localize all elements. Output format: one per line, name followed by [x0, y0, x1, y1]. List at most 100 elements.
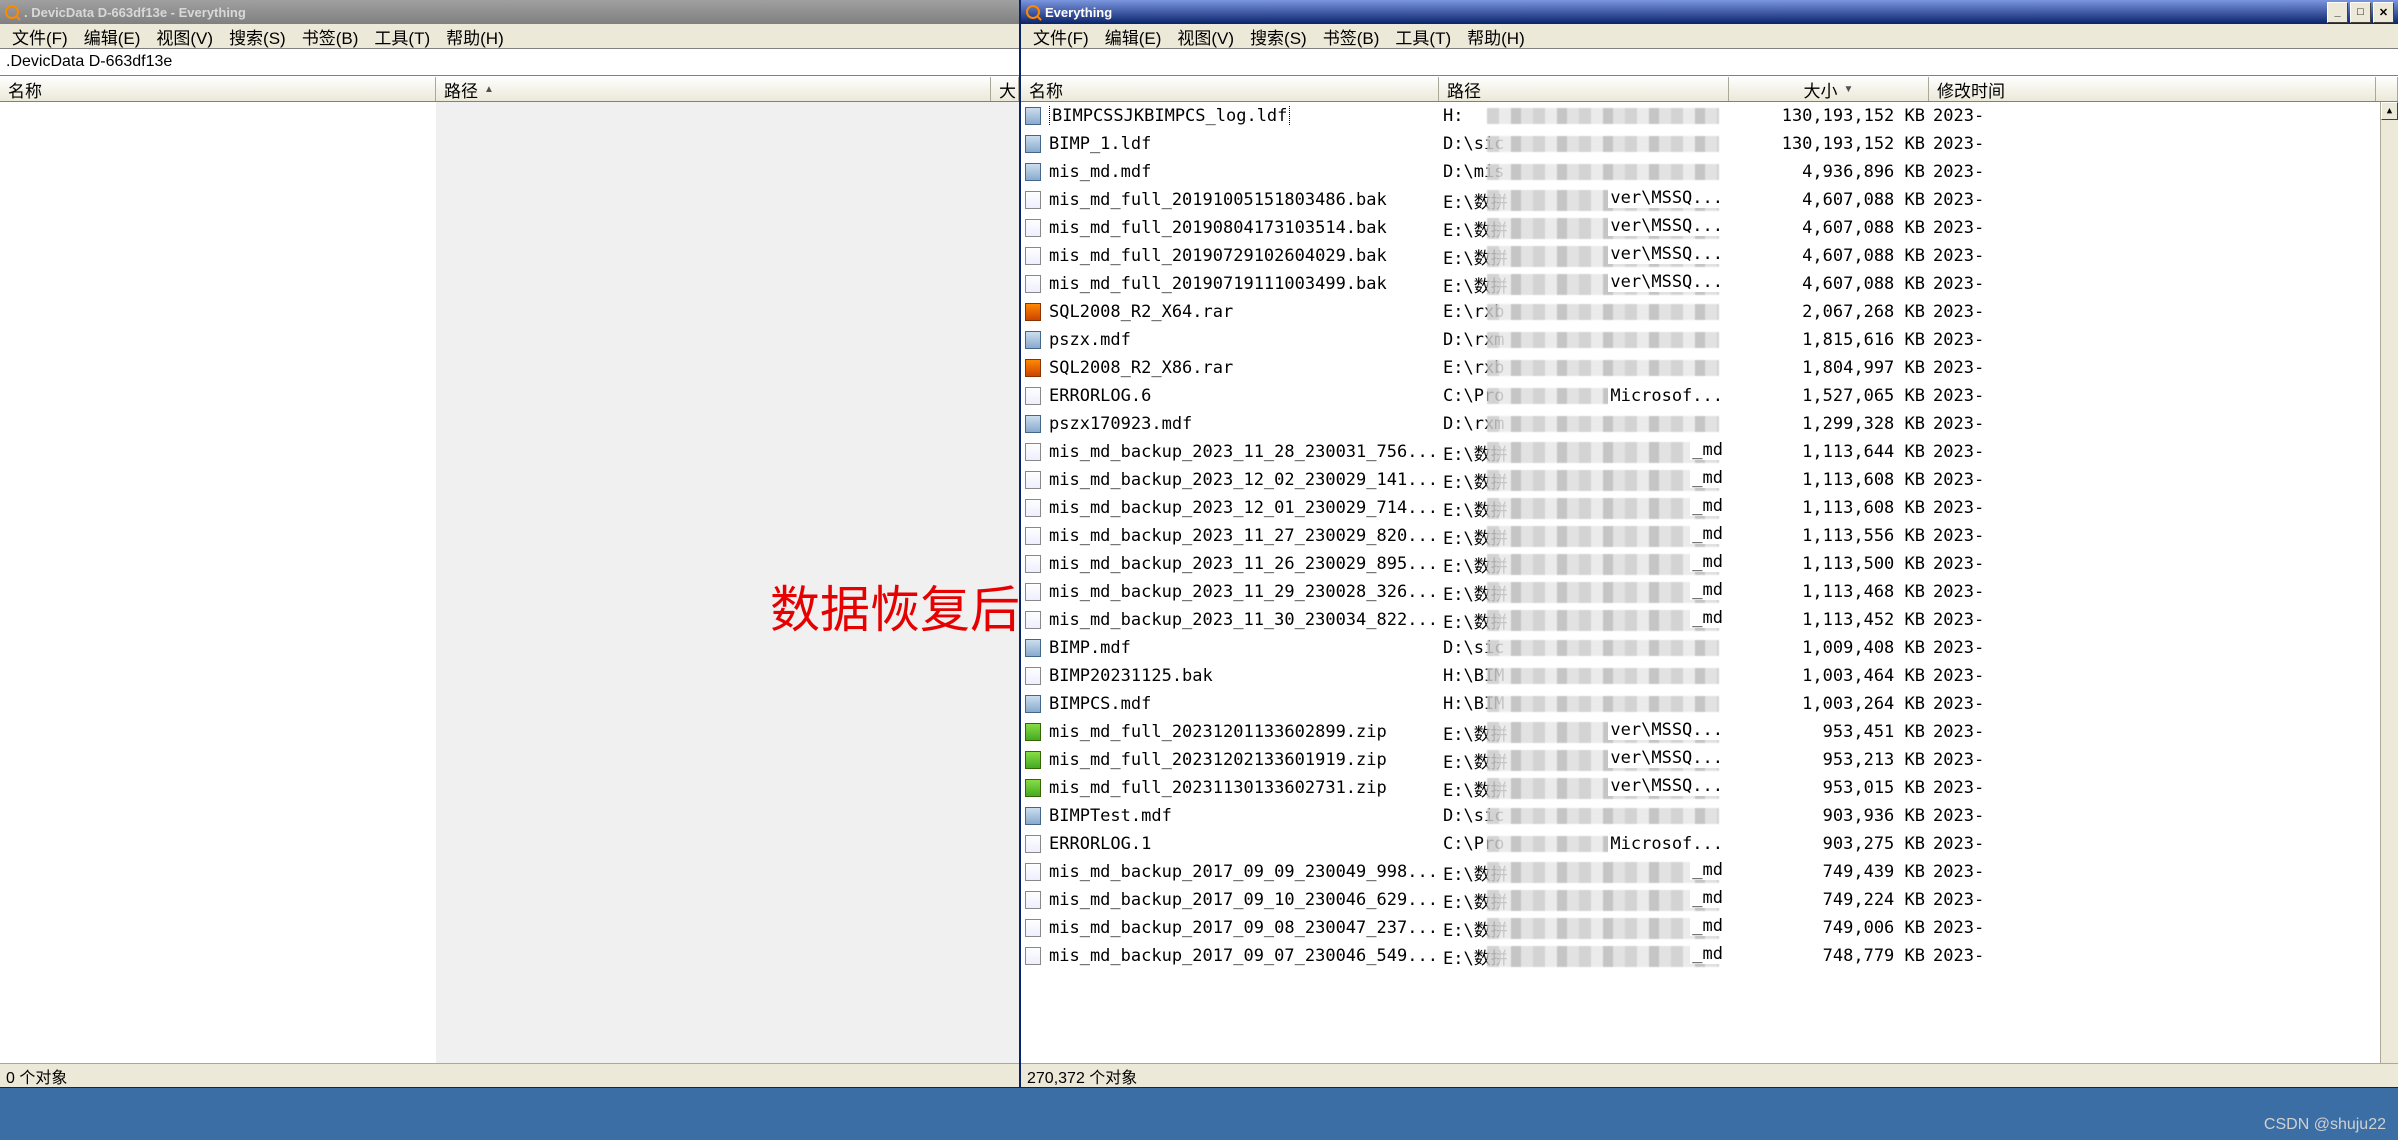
file-size: 1,527,065 KB [1729, 386, 1929, 406]
file-size: 1,113,468 KB [1729, 582, 1929, 602]
col-name[interactable]: 名称 [1021, 77, 1439, 101]
table-row[interactable]: mis_md_backup_2023_12_02_230029_141...E:… [1021, 466, 2398, 494]
window-left: . DevicData D-663df13e - Everything 文件(F… [0, 0, 1020, 1088]
menu-bookmark[interactable]: 书签(B) [294, 22, 367, 51]
file-icon [1021, 415, 1045, 433]
file-date: 2023- [1929, 946, 2019, 966]
col-name[interactable]: 名称 [0, 77, 436, 101]
table-row[interactable]: mis_md_backup_2023_11_27_230029_820...E:… [1021, 522, 2398, 550]
col-size[interactable]: 大小 ▼ [1729, 77, 1929, 101]
table-row[interactable]: mis_md_backup_2017_09_09_230049_998...E:… [1021, 858, 2398, 886]
menu-edit[interactable]: 编辑(E) [1097, 22, 1170, 51]
table-row[interactable]: mis_md_backup_2023_11_26_230029_895...E:… [1021, 550, 2398, 578]
table-row[interactable]: mis_md_full_20231201133602899.zipE:\数拼ve… [1021, 718, 2398, 746]
table-row[interactable]: BIMP.mdfD:\sic1,009,408 KB2023- [1021, 634, 2398, 662]
table-row[interactable]: BIMPTest.mdfD:\sic903,936 KB2023- [1021, 802, 2398, 830]
menu-file[interactable]: 文件(F) [1025, 22, 1097, 51]
table-row[interactable]: SQL2008_R2_X86.rarE:\rxb1,804,997 KB2023… [1021, 354, 2398, 382]
close-button[interactable]: ✕ [2373, 2, 2394, 23]
titlebar-right[interactable]: Everything _ □ ✕ [1021, 0, 2398, 24]
table-row[interactable]: pszx170923.mdfD:\rxm1,299,328 KB2023- [1021, 410, 2398, 438]
table-row[interactable]: ERRORLOG.1C:\ProMicrosof...903,275 KB202… [1021, 830, 2398, 858]
menu-tools[interactable]: 工具(T) [366, 22, 438, 51]
file-size: 903,936 KB [1729, 806, 1929, 826]
table-row[interactable]: mis_md_backup_2017_09_07_230046_549...E:… [1021, 942, 2398, 970]
file-icon [1021, 275, 1045, 293]
file-path: E:\数拼_md [1439, 916, 1729, 941]
col-path[interactable]: 路径 [1439, 77, 1729, 101]
menu-search[interactable]: 搜索(S) [1242, 22, 1315, 51]
file-name: mis_md_full_20190719111003499.bak [1045, 274, 1439, 294]
table-row[interactable]: ERRORLOG.6C:\ProMicrosof...1,527,065 KB2… [1021, 382, 2398, 410]
scroll-up-button[interactable]: ▲ [2381, 102, 2398, 120]
menu-bookmark[interactable]: 书签(B) [1315, 22, 1388, 51]
result-list-left[interactable] [0, 102, 1019, 1063]
file-date: 2023- [1929, 134, 2019, 154]
file-size: 2,067,268 KB [1729, 302, 1929, 322]
file-path: D:\sic [1439, 134, 1729, 154]
window-title-left: . DevicData D-663df13e - Everything [24, 5, 1015, 20]
table-row[interactable]: BIMPCS.mdfH:\BIM1,003,264 KB2023- [1021, 690, 2398, 718]
table-row[interactable]: mis_md_full_20231130133602731.zipE:\数拼ve… [1021, 774, 2398, 802]
table-row[interactable]: mis_md_backup_2023_11_29_230028_326...E:… [1021, 578, 2398, 606]
file-path: H:\BIM [1439, 666, 1729, 686]
file-path: E:\数拼_md [1439, 552, 1729, 577]
menu-edit[interactable]: 编辑(E) [76, 22, 149, 51]
window-title-right: Everything [1045, 5, 2327, 20]
file-date: 2023- [1929, 442, 2019, 462]
menu-file[interactable]: 文件(F) [4, 22, 76, 51]
table-row[interactable]: BIMP_1.ldfD:\sic130,193,152 KB2023- [1021, 130, 2398, 158]
file-icon [1021, 107, 1045, 125]
search-input-left[interactable] [0, 49, 1019, 75]
table-row[interactable]: mis_md_full_20231202133601919.zipE:\数拼ve… [1021, 746, 2398, 774]
menu-view[interactable]: 视图(V) [148, 22, 221, 51]
table-row[interactable]: mis_md_full_20191005151803486.bakE:\数拼ve… [1021, 186, 2398, 214]
file-name: mis_md_full_20231130133602731.zip [1045, 778, 1439, 798]
menu-view[interactable]: 视图(V) [1169, 22, 1242, 51]
file-icon [1021, 639, 1045, 657]
file-date: 2023- [1929, 638, 2019, 658]
table-row[interactable]: mis_md_backup_2017_09_08_230047_237...E:… [1021, 914, 2398, 942]
vertical-scrollbar[interactable]: ▲ [2380, 102, 2398, 1063]
file-size: 4,607,088 KB [1729, 274, 1929, 294]
table-row[interactable]: mis_md_full_20190804173103514.bakE:\数拼ve… [1021, 214, 2398, 242]
statusbar-right: 270,372 个对象 [1021, 1063, 2398, 1087]
table-row[interactable]: mis_md_backup_2017_09_10_230046_629...E:… [1021, 886, 2398, 914]
watermark: CSDN @shuju22 [2264, 1116, 2386, 1134]
file-date: 2023- [1929, 526, 2019, 546]
table-row[interactable]: mis_md_backup_2023_11_28_230031_756...E:… [1021, 438, 2398, 466]
file-name: mis_md_full_20190729102604029.bak [1045, 246, 1439, 266]
menu-search[interactable]: 搜索(S) [221, 22, 294, 51]
menu-help[interactable]: 帮助(H) [1459, 22, 1533, 51]
table-row[interactable]: mis_md_full_20190719111003499.bakE:\数拼ve… [1021, 270, 2398, 298]
file-icon [1021, 387, 1045, 405]
table-row[interactable]: BIMPCSSJKBIMPCS_log.ldfH:130,193,152 KB2… [1021, 102, 2398, 130]
file-icon [1021, 471, 1045, 489]
file-icon [1021, 331, 1045, 349]
table-row[interactable]: mis_md.mdfD:\mis4,936,896 KB2023- [1021, 158, 2398, 186]
minimize-button[interactable]: _ [2327, 2, 2348, 23]
col-modified[interactable]: 修改时间 [1929, 77, 2376, 101]
table-row[interactable]: pszx.mdfD:\rxm1,815,616 KB2023- [1021, 326, 2398, 354]
menu-tools[interactable]: 工具(T) [1387, 22, 1459, 51]
search-input-right[interactable] [1021, 49, 2398, 75]
titlebar-left[interactable]: . DevicData D-663df13e - Everything [0, 0, 1019, 24]
table-row[interactable]: mis_md_backup_2023_11_30_230034_822...E:… [1021, 606, 2398, 634]
file-name: SQL2008_R2_X64.rar [1045, 302, 1439, 322]
result-list-right[interactable]: BIMPCSSJKBIMPCS_log.ldfH:130,193,152 KB2… [1021, 102, 2398, 1063]
col-extra[interactable]: 大 [991, 77, 1019, 101]
table-row[interactable]: mis_md_backup_2023_12_01_230029_714...E:… [1021, 494, 2398, 522]
file-path: D:\mis [1439, 162, 1729, 182]
table-row[interactable]: BIMP20231125.bakH:\BIM1,003,464 KB2023- [1021, 662, 2398, 690]
maximize-button[interactable]: □ [2350, 2, 2371, 23]
menu-help[interactable]: 帮助(H) [438, 22, 512, 51]
table-row[interactable]: SQL2008_R2_X64.rarE:\rxb2,067,268 KB2023… [1021, 298, 2398, 326]
file-size: 1,299,328 KB [1729, 414, 1929, 434]
file-date: 2023- [1929, 862, 2019, 882]
searchbox-right [1021, 48, 2398, 76]
table-row[interactable]: mis_md_full_20190729102604029.bakE:\数拼ve… [1021, 242, 2398, 270]
col-path[interactable]: 路径 ▲ [436, 77, 991, 101]
file-size: 1,113,644 KB [1729, 442, 1929, 462]
file-icon [1021, 891, 1045, 909]
file-name: BIMPCSSJKBIMPCS_log.ldf [1045, 106, 1439, 126]
